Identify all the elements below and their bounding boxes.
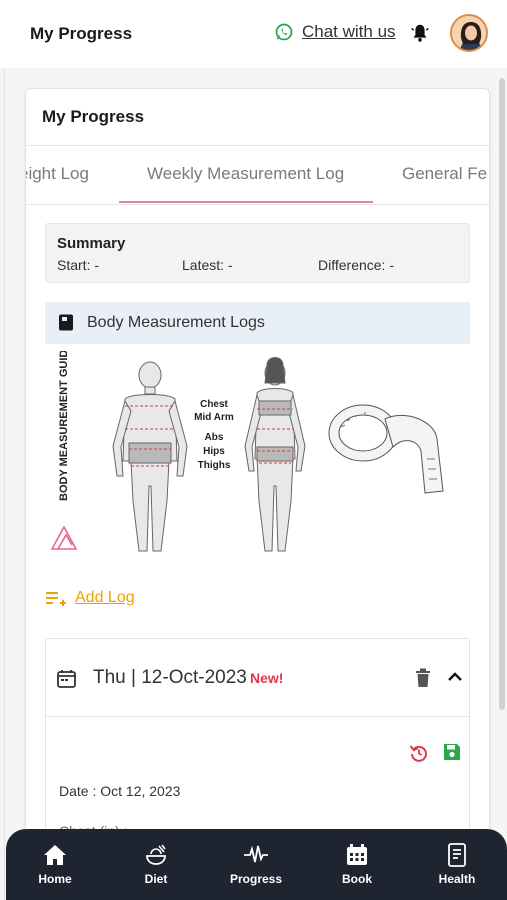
- document-icon: [448, 843, 466, 867]
- nav-home[interactable]: Home: [10, 843, 100, 886]
- tab-weekly-measurement-log[interactable]: Weekly Measurement Log: [147, 164, 344, 184]
- summary-latest: Latest: -: [182, 257, 233, 273]
- pulse-icon: [244, 845, 268, 863]
- bell-icon[interactable]: [409, 22, 431, 44]
- nav-progress[interactable]: Progress: [211, 843, 301, 886]
- log-entry-date: Thu | 12-Oct-2023: [93, 667, 247, 688]
- label-thighs: Thighs: [198, 460, 231, 471]
- nav-health-label: Health: [438, 872, 476, 886]
- add-log-label: Add Log: [75, 589, 135, 606]
- nav-health[interactable]: Health: [412, 843, 502, 886]
- user-avatar[interactable]: [450, 14, 488, 52]
- body-measurement-logs-header: Body Measurement Logs: [45, 302, 470, 344]
- nav-book-label: Book: [342, 872, 372, 886]
- label-hips: Hips: [203, 446, 225, 457]
- chevron-up-icon[interactable]: [447, 669, 463, 685]
- summary-title: Summary: [57, 235, 126, 252]
- guide-vertical-title: BODY MEASUREMENT GUIDE: [58, 351, 70, 501]
- label-chest: Chest: [200, 399, 228, 410]
- nav-book[interactable]: Book: [312, 843, 402, 886]
- top-bar: My Progress Chat with us: [0, 0, 507, 68]
- nav-diet-label: Diet: [144, 872, 168, 886]
- divider: [26, 204, 489, 205]
- calendar-icon: [57, 670, 76, 688]
- tab-general-feedback[interactable]: General Fe: [402, 164, 487, 184]
- avatar-icon: [452, 16, 486, 50]
- diet-icon: [146, 844, 166, 865]
- summary-start: Start: -: [57, 257, 100, 273]
- book-icon: [59, 314, 73, 331]
- whatsapp-icon: [275, 23, 293, 41]
- calendar-icon: [347, 844, 367, 865]
- nav-home-label: Home: [38, 872, 72, 886]
- scrollbar[interactable]: [499, 78, 505, 710]
- tab-strip: eight Log Weekly Measurement Log General…: [26, 146, 489, 204]
- bottom-navigation: Home Diet Progress Book Health: [6, 829, 507, 900]
- active-tab-indicator: [119, 201, 373, 203]
- body-measurement-guide-image: BODY MEASUREMENT GUIDE Chest Mid Arm Abs…: [45, 342, 470, 571]
- reset-icon[interactable]: [409, 743, 429, 763]
- body-measurement-logs-title: Body Measurement Logs: [87, 314, 265, 331]
- chat-with-us-label: Chat with us: [302, 22, 396, 41]
- trash-icon[interactable]: [415, 668, 431, 688]
- nav-progress-label: Progress: [229, 872, 283, 886]
- entry-date-line: Date : Oct 12, 2023: [59, 783, 181, 799]
- card-title: My Progress: [42, 107, 145, 126]
- label-mid-arm: Mid Arm: [194, 412, 234, 423]
- left-divider: [4, 0, 5, 900]
- new-badge: New!: [250, 670, 284, 686]
- label-abs: Abs: [205, 432, 224, 443]
- progress-card: My Progress eight Log Weekly Measurement…: [25, 88, 490, 900]
- home-icon: [44, 845, 66, 865]
- app-screen: My Progress Chat with us My Progress eig…: [0, 0, 507, 900]
- tab-weight-log[interactable]: eight Log: [26, 164, 89, 184]
- add-log-button[interactable]: Add Log: [45, 589, 135, 607]
- measurement-guide-illustration: BODY MEASUREMENT GUIDE Chest Mid Arm Abs…: [45, 342, 470, 571]
- save-icon[interactable]: [443, 743, 461, 761]
- add-list-icon: [46, 592, 66, 606]
- chat-with-us-link[interactable]: Chat with us: [274, 22, 396, 42]
- app-title: My Progress: [30, 24, 133, 43]
- summary-difference: Difference: -: [318, 257, 394, 273]
- summary-box: Summary Start: - Latest: - Difference: -: [45, 223, 470, 283]
- nav-diet[interactable]: Diet: [111, 843, 201, 886]
